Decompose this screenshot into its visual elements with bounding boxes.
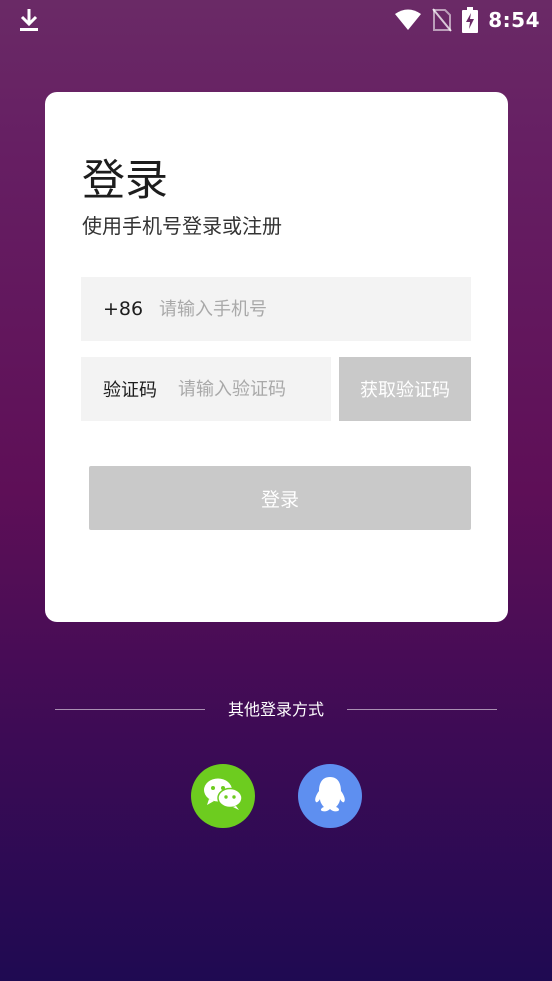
page-subtitle: 使用手机号登录或注册 bbox=[82, 214, 282, 238]
verification-code-label: 验证码 bbox=[103, 380, 157, 401]
qq-login-button[interactable] bbox=[298, 764, 362, 828]
qq-icon bbox=[312, 774, 348, 818]
phone-input[interactable] bbox=[159, 289, 471, 329]
verification-code-field: 验证码 bbox=[81, 357, 331, 421]
no-sim-icon bbox=[432, 8, 453, 32]
login-card: 登录 使用手机号登录或注册 +86 验证码 获取验证码 登录 bbox=[45, 92, 508, 622]
login-button[interactable]: 登录 bbox=[89, 466, 471, 530]
phone-field: +86 bbox=[81, 277, 471, 341]
divider-right bbox=[347, 709, 497, 710]
get-code-button[interactable]: 获取验证码 bbox=[339, 357, 471, 421]
country-code-prefix[interactable]: +86 bbox=[103, 298, 159, 320]
page-title: 登录 bbox=[82, 156, 168, 206]
wifi-icon bbox=[394, 9, 422, 31]
status-time: 8:54 bbox=[488, 8, 540, 32]
wechat-icon bbox=[201, 776, 245, 816]
verification-code-input[interactable] bbox=[178, 369, 328, 409]
battery-charging-icon bbox=[462, 7, 479, 33]
other-login-label: 其他登录方式 bbox=[227, 700, 324, 719]
wechat-login-button[interactable] bbox=[191, 764, 255, 828]
status-icons: 8:54 bbox=[394, 6, 540, 34]
status-bar: 8:54 bbox=[0, 0, 552, 40]
download-icon bbox=[16, 6, 42, 34]
divider-left bbox=[55, 709, 205, 710]
